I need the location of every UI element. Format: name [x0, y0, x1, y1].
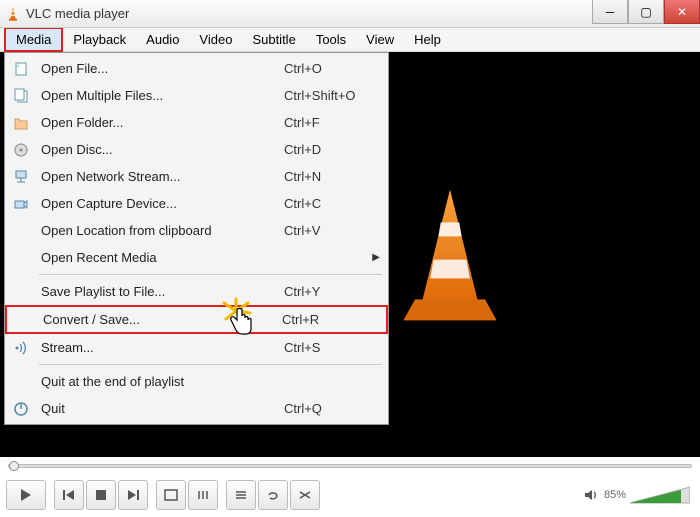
menu-item-shortcut: Ctrl+S	[284, 340, 384, 355]
menu-view[interactable]: View	[356, 29, 404, 50]
menu-item-open-capture-device[interactable]: Open Capture Device...Ctrl+C	[5, 190, 388, 217]
menu-help[interactable]: Help	[404, 29, 451, 50]
menu-item-open-network-stream[interactable]: Open Network Stream...Ctrl+N	[5, 163, 388, 190]
menu-item-label: Open Disc...	[33, 142, 284, 157]
menu-item-shortcut: Ctrl+Shift+O	[284, 88, 384, 103]
volume-slider[interactable]	[630, 485, 690, 505]
menu-item-label: Open Recent Media	[33, 250, 284, 265]
files-icon	[9, 88, 33, 104]
ext-settings-button[interactable]	[188, 480, 218, 510]
capture-icon	[9, 196, 33, 212]
menu-video[interactable]: Video	[189, 29, 242, 50]
titlebar: VLC media player ─ ▢ ✕	[0, 0, 700, 28]
menu-item-stream[interactable]: Stream...Ctrl+S	[5, 334, 388, 361]
file-icon	[9, 61, 33, 77]
disc-icon	[9, 142, 33, 158]
menu-media[interactable]: Media	[4, 27, 63, 52]
menu-item-label: Quit at the end of playlist	[33, 374, 284, 389]
menu-item-shortcut: Ctrl+V	[284, 223, 384, 238]
menu-item-label: Open File...	[33, 61, 284, 76]
network-icon	[9, 169, 33, 185]
seek-bar[interactable]	[8, 461, 692, 471]
loop-button[interactable]	[258, 480, 288, 510]
menu-item-label: Open Capture Device...	[33, 196, 284, 211]
menu-item-shortcut: Ctrl+R	[282, 312, 382, 327]
menu-playback[interactable]: Playback	[63, 29, 136, 50]
menu-item-label: Convert / Save...	[35, 312, 282, 327]
shuffle-button[interactable]	[290, 480, 320, 510]
menu-item-label: Save Playlist to File...	[33, 284, 284, 299]
menu-item-open-folder[interactable]: Open Folder...Ctrl+F	[5, 109, 388, 136]
menu-item-label: Open Folder...	[33, 115, 284, 130]
play-button[interactable]	[6, 480, 46, 510]
volume-control[interactable]: 85%	[584, 485, 690, 505]
menu-item-quit[interactable]: QuitCtrl+Q	[5, 395, 388, 422]
menu-tools[interactable]: Tools	[306, 29, 356, 50]
playlist-button[interactable]	[226, 480, 256, 510]
stream-icon	[9, 340, 33, 356]
vlc-cone-icon	[6, 6, 20, 22]
menu-item-shortcut: Ctrl+Y	[284, 284, 384, 299]
prev-button[interactable]	[54, 480, 84, 510]
folder-icon	[9, 115, 33, 131]
menu-item-shortcut: Ctrl+Q	[284, 401, 384, 416]
close-button[interactable]: ✕	[664, 0, 700, 24]
volume-percent: 85%	[604, 489, 626, 501]
menu-item-convert-save[interactable]: Convert / Save...Ctrl+R	[5, 305, 388, 334]
menu-item-label: Quit	[33, 401, 284, 416]
window-title: VLC media player	[26, 6, 129, 21]
fullscreen-button[interactable]	[156, 480, 186, 510]
speaker-icon	[584, 488, 600, 502]
seek-track[interactable]	[8, 464, 692, 468]
quit-icon	[9, 401, 33, 417]
menubar: MediaPlaybackAudioVideoSubtitleToolsView…	[0, 28, 700, 52]
menu-subtitle[interactable]: Subtitle	[242, 29, 305, 50]
stop-button[interactable]	[86, 480, 116, 510]
next-button[interactable]	[118, 480, 148, 510]
submenu-arrow-icon: ▶	[372, 252, 380, 263]
menu-item-open-file[interactable]: Open File...Ctrl+O	[5, 55, 388, 82]
menu-item-shortcut: Ctrl+F	[284, 115, 384, 130]
seek-thumb[interactable]	[9, 461, 19, 471]
menu-item-open-recent-media[interactable]: Open Recent Media ▶	[5, 244, 388, 271]
window-controls: ─ ▢ ✕	[592, 0, 700, 24]
menu-audio[interactable]: Audio	[136, 29, 189, 50]
menu-item-open-location-from-clipboard[interactable]: Open Location from clipboardCtrl+V	[5, 217, 388, 244]
menu-item-shortcut: Ctrl+N	[284, 169, 384, 184]
playback-controls: 85%	[6, 477, 694, 513]
menu-item-shortcut: Ctrl+C	[284, 196, 384, 211]
media-menu-dropdown: Open File...Ctrl+OOpen Multiple Files...…	[4, 52, 389, 425]
menu-item-shortcut: Ctrl+D	[284, 142, 384, 157]
menu-item-label: Open Multiple Files...	[33, 88, 284, 103]
menu-item-quit-at-the-end-of-playlist[interactable]: Quit at the end of playlist	[5, 368, 388, 395]
menu-item-shortcut: Ctrl+O	[284, 61, 384, 76]
maximize-button[interactable]: ▢	[628, 0, 664, 24]
menu-item-open-multiple-files[interactable]: Open Multiple Files...Ctrl+Shift+O	[5, 82, 388, 109]
minimize-button[interactable]: ─	[592, 0, 628, 24]
menu-item-label: Open Location from clipboard	[33, 223, 284, 238]
menu-item-open-disc[interactable]: Open Disc...Ctrl+D	[5, 136, 388, 163]
vlc-logo-large	[390, 185, 510, 325]
menu-item-label: Open Network Stream...	[33, 169, 284, 184]
menu-item-save-playlist-to-file[interactable]: Save Playlist to File...Ctrl+Y	[5, 278, 388, 305]
menu-item-label: Stream...	[33, 340, 284, 355]
